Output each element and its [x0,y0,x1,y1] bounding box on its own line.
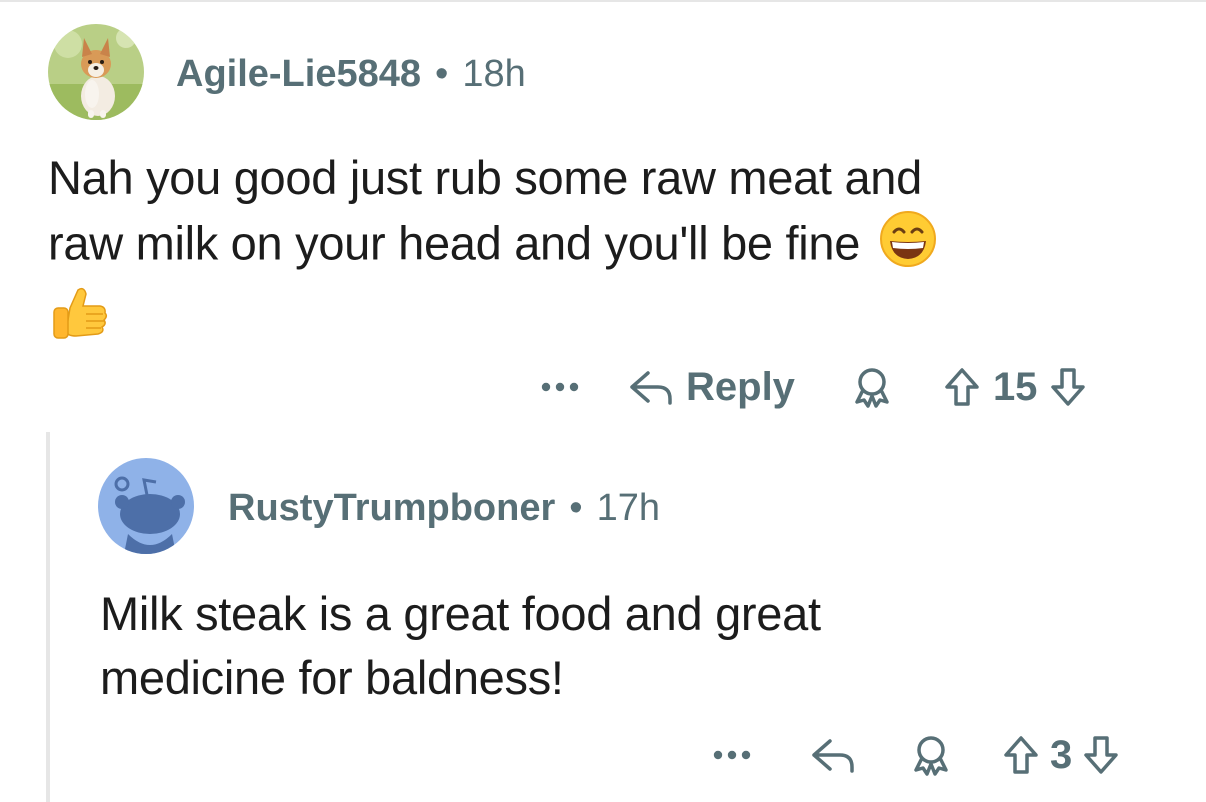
upvote-arrow-icon [945,368,979,406]
comment-body-line: Nah you good just rub some raw meat and [48,151,922,204]
timestamp: 17h [596,486,660,529]
upvote-arrow-icon [1004,736,1038,774]
downvote-button[interactable] [1049,366,1087,408]
comment-body-line: Milk steak is a great food and great [100,587,821,640]
comment-body-line [48,284,1168,348]
vote-score: 3 [1050,732,1073,777]
meta-separator: • [569,486,583,529]
username[interactable]: RustyTrumpboner [228,487,555,530]
more-options-button[interactable] [712,749,752,761]
reply-button[interactable]: Reply [628,365,795,410]
more-dots-icon [713,750,751,760]
vote-score: 15 [992,364,1038,409]
downvote-arrow-icon [1084,736,1118,774]
top-divider [0,0,1206,2]
comment-actions: 3 [712,728,1120,782]
comment-meta: RustyTrumpboner • 17h [228,484,660,532]
reply-button[interactable] [810,735,856,775]
more-options-button[interactable] [540,381,580,393]
more-dots-icon [541,382,579,392]
award-icon [914,736,948,776]
thumbs-up-emoji-icon [48,284,110,362]
comment-body-line: raw milk on your head and you'll be fine [48,210,1168,284]
upvote-button[interactable] [943,366,981,408]
grinning-face-emoji-icon [879,210,937,284]
reply-arrow-icon [812,739,854,773]
award-icon [855,368,889,408]
comment-body: Nah you good just rub some raw meat and … [48,146,1168,348]
comment-body-line: medicine for baldness! [100,651,564,704]
username[interactable]: Agile-Lie5848 [176,53,421,96]
dog-avatar[interactable] [48,24,144,120]
award-button[interactable] [851,366,893,408]
upvote-button[interactable] [1002,734,1040,776]
meta-separator: • [435,52,449,95]
timestamp: 18h [462,52,526,95]
downvote-arrow-icon [1051,368,1086,406]
comment-meta: Agile-Lie5848 • 18h [176,50,526,98]
comment-body: Milk steak is a great food and great med… [100,582,1160,710]
default-snoo-avatar[interactable] [98,458,194,554]
award-button[interactable] [910,734,952,776]
comment-actions: Reply 15 [540,360,1087,414]
thread-line[interactable] [46,432,50,802]
reply-arrow-icon [630,371,672,405]
reply-label: Reply [686,364,795,409]
downvote-button[interactable] [1082,734,1120,776]
